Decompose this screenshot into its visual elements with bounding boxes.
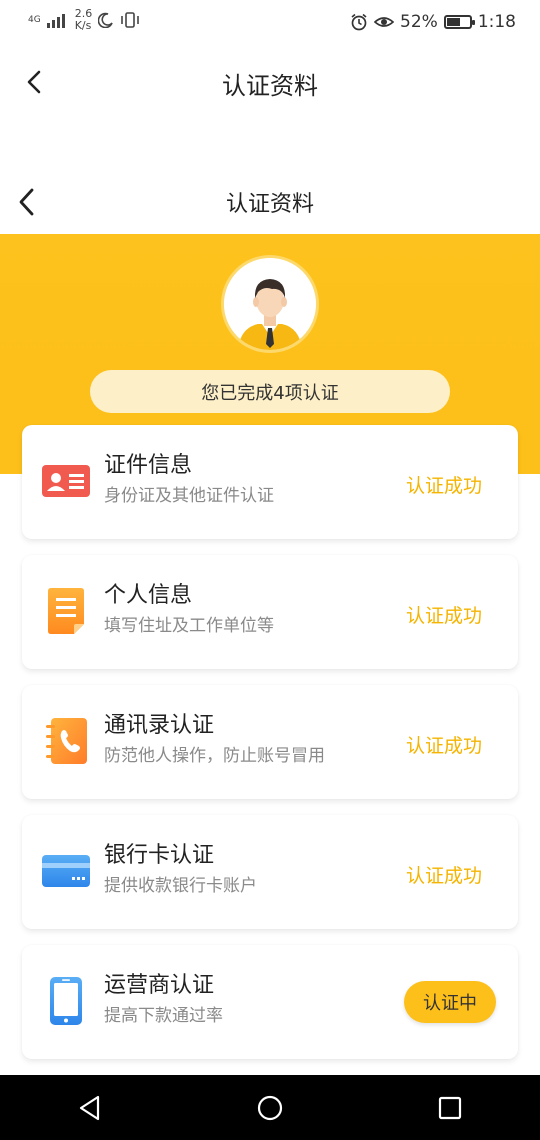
document-icon bbox=[48, 588, 84, 634]
card-subtitle: 提高下款通过率 bbox=[104, 1006, 223, 1026]
status-success[interactable]: 认证成功 bbox=[406, 601, 482, 628]
battery-icon bbox=[443, 15, 475, 29]
app-header: 认证资料 bbox=[0, 46, 540, 120]
moon-icon bbox=[98, 12, 113, 28]
signal-icon bbox=[46, 14, 65, 28]
card-id-info[interactable]: 证件信息 身份证及其他证件认证 认证成功 bbox=[22, 425, 518, 539]
square-recents-icon bbox=[438, 1096, 462, 1119]
avatar bbox=[224, 258, 316, 350]
battery-percent: 52% bbox=[400, 12, 438, 32]
status-bar: 4G 2.6 K/s 52% 1:18 bbox=[0, 0, 540, 46]
card-subtitle: 提供收款银行卡账户 bbox=[104, 876, 257, 896]
card-icon-wrap bbox=[42, 977, 90, 1025]
status-in-progress-button[interactable]: 认证中 bbox=[404, 981, 496, 1023]
card-subtitle: 防范他人操作，防止账号冒用 bbox=[104, 746, 325, 766]
card-title: 证件信息 bbox=[104, 453, 193, 478]
triangle-back-icon bbox=[79, 1095, 100, 1120]
circle-home-icon bbox=[257, 1095, 283, 1120]
card-subtitle: 填写住址及工作单位等 bbox=[104, 616, 274, 636]
id-card-icon bbox=[42, 465, 90, 497]
card-subtitle: 身份证及其他证件认证 bbox=[104, 486, 274, 506]
page-title: 认证资料 bbox=[222, 72, 318, 100]
card-icon-wrap bbox=[42, 457, 90, 505]
card-contacts[interactable]: 通讯录认证 防范他人操作，防止账号冒用 认证成功 bbox=[22, 685, 518, 799]
user-avatar-icon bbox=[224, 258, 316, 350]
clock: 1:18 bbox=[477, 12, 516, 32]
network-type: 4G bbox=[28, 14, 41, 25]
network-speed: 2.6 K/s bbox=[75, 8, 93, 32]
status-success[interactable]: 认证成功 bbox=[406, 731, 482, 758]
nav-home-button[interactable] bbox=[240, 1078, 300, 1138]
status-success[interactable]: 认证成功 bbox=[406, 861, 482, 888]
mobile-phone-icon bbox=[50, 977, 82, 1025]
bank-card-icon bbox=[42, 855, 90, 887]
card-title: 个人信息 bbox=[104, 583, 193, 608]
alarm-icon bbox=[351, 13, 367, 31]
card-bank[interactable]: 银行卡认证 提供收款银行卡账户 认证成功 bbox=[22, 815, 518, 929]
nav-back-button[interactable] bbox=[60, 1078, 120, 1138]
nav-recents-button[interactable] bbox=[420, 1078, 480, 1138]
sub-page-title: 认证资料 bbox=[225, 192, 314, 217]
card-title: 通讯录认证 bbox=[104, 713, 215, 738]
card-carrier[interactable]: 运营商认证 提高下款通过率 认证中 bbox=[22, 945, 518, 1059]
phonebook-icon bbox=[46, 718, 87, 764]
card-icon-wrap bbox=[42, 717, 90, 765]
speed-unit: K/s bbox=[74, 19, 92, 32]
status-right: 52% 1:18 bbox=[350, 12, 516, 32]
status-left: 4G 2.6 K/s bbox=[28, 8, 140, 32]
summary-badge: 您已完成4项认证 bbox=[90, 370, 450, 413]
card-title: 运营商认证 bbox=[104, 973, 215, 998]
card-personal-info[interactable]: 个人信息 填写住址及工作单位等 认证成功 bbox=[22, 555, 518, 669]
vibrate-icon bbox=[121, 12, 140, 28]
card-icon-wrap bbox=[42, 847, 90, 895]
eye-icon bbox=[374, 17, 395, 27]
card-icon-wrap bbox=[42, 587, 90, 635]
system-nav-bar bbox=[0, 1075, 540, 1140]
sub-header: 认证资料 bbox=[0, 166, 540, 234]
status-success[interactable]: 认证成功 bbox=[406, 471, 482, 498]
card-title: 银行卡认证 bbox=[104, 843, 215, 868]
